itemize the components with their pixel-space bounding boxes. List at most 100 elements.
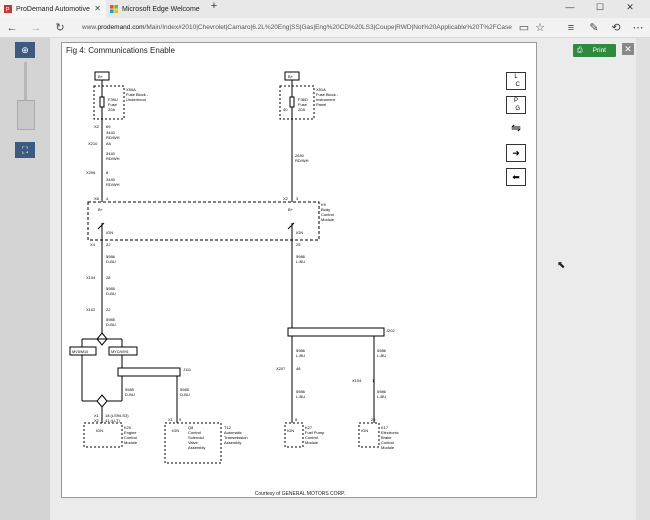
- q8-pin: 9: [179, 417, 182, 422]
- fuse-left-amps: 20A: [108, 107, 115, 112]
- conn-x104: X104: [86, 275, 96, 280]
- reading-view-icon[interactable]: ▭: [516, 21, 532, 35]
- maximize-icon[interactable]: ☐: [590, 2, 610, 13]
- wire-color: D-BU: [180, 392, 190, 397]
- hub-icon[interactable]: ≡: [563, 21, 579, 35]
- tab-label: ProDemand Automotive: [16, 5, 90, 13]
- pin-8: 8: [106, 170, 109, 175]
- pin-22b: 22: [106, 307, 111, 312]
- wiring-figure: Fig 4: Communications Enable L C P G ⇋ ➜…: [61, 42, 537, 498]
- conn-x207: X207: [276, 366, 286, 371]
- k17-pin: 25: [371, 417, 376, 422]
- pin-1: 1: [372, 378, 375, 383]
- conn-x104b: X104: [352, 378, 362, 383]
- wiring-diagram: B+ B+ X50A Fuse Block - Underhood F39U F…: [69, 71, 399, 464]
- windows-icon: [110, 5, 118, 13]
- minimize-icon[interactable]: —: [560, 2, 580, 12]
- back-icon[interactable]: ←: [4, 21, 20, 35]
- conn-x210: X210: [88, 141, 98, 146]
- k17-ign: IGN: [361, 428, 368, 433]
- conn-x2-left: X2: [94, 124, 100, 129]
- wire-color: RD/WH: [106, 182, 120, 187]
- wire-color: D-BU: [106, 259, 116, 264]
- favorite-star-icon[interactable]: ☆: [532, 21, 548, 35]
- zoom-slider[interactable]: [17, 100, 35, 130]
- print-label: Print: [592, 47, 606, 54]
- wire-color: L-BU: [296, 259, 305, 264]
- refresh-icon[interactable]: ↻: [52, 21, 68, 35]
- pin-3: 3: [296, 196, 299, 201]
- scrollbar[interactable]: [636, 38, 650, 520]
- new-tab-button[interactable]: +: [204, 0, 224, 12]
- k20-l3: Module: [124, 440, 138, 445]
- k9-ign1: IGN: [106, 230, 113, 235]
- mv5-label: MV5/M10: [72, 350, 88, 354]
- fuse-right-pin: 40: [283, 107, 288, 112]
- url-path: /Main/Index#2010|Chevrolet|Camaro|6.2L%2…: [144, 24, 512, 31]
- wire-color: L-BU: [377, 353, 386, 358]
- pin-22: 22: [106, 242, 111, 247]
- b-plus-label-left: B+: [98, 74, 104, 79]
- wire-color: D-BU: [125, 392, 135, 397]
- fuse-right-desc3: Panel: [316, 102, 326, 107]
- pin-48: 48: [296, 366, 301, 371]
- wire-color: D-BU: [106, 322, 116, 327]
- k27-ign: IGN: [287, 428, 294, 433]
- close-tab-icon[interactable]: ✕: [94, 4, 101, 13]
- conn-x4: X4: [90, 242, 96, 247]
- k27-l3: Module: [305, 440, 319, 445]
- wire-color: L-BU: [296, 394, 305, 399]
- fuse-left-desc2: Underhood: [126, 97, 146, 102]
- j202-label: J202: [386, 328, 395, 333]
- conn-x2-right: X2: [283, 196, 289, 201]
- address-bar[interactable]: www.prodemand.com/Main/Index#2010|Chevro…: [82, 21, 512, 35]
- k9-ign2: IGN: [296, 230, 303, 235]
- k20-pin2: 41 (LLT): [105, 418, 120, 423]
- conn-x102: X102: [86, 307, 96, 312]
- more-icon[interactable]: ⋯: [630, 21, 646, 35]
- fuse-right-amps: 20A: [298, 107, 305, 112]
- tab-edge-welcome[interactable]: Microsoft Edge Welcome: [106, 0, 202, 18]
- wire-color: RD/WH: [295, 158, 309, 163]
- q8-l4: Assembly: [188, 445, 205, 450]
- prodemand-icon: P: [4, 5, 12, 13]
- close-figure-button[interactable]: ✕: [622, 43, 634, 55]
- svg-text:P: P: [6, 8, 10, 14]
- k20-conn2: X2: [94, 418, 100, 423]
- k9-bplus2: B+: [288, 207, 294, 212]
- nav-bar: ← → ↻ www.prodemand.com/Main/Index#2010|…: [0, 18, 650, 38]
- b-plus-label-right: B+: [288, 74, 294, 79]
- web-note-icon[interactable]: ✎: [586, 21, 602, 35]
- myc-label: MYC/MY6: [111, 350, 128, 354]
- wire-color: RD/WH: [106, 135, 120, 140]
- wire-color: L-BU: [377, 394, 386, 399]
- k9-line3: Module: [321, 217, 335, 222]
- forward-icon[interactable]: →: [28, 21, 44, 35]
- courtesy-text: Courtesy of GENERAL MOTORS CORP.: [254, 491, 346, 497]
- pin-28: 28: [106, 275, 111, 280]
- q8-ign: IGN: [172, 428, 179, 433]
- q8-conn: X1: [168, 417, 174, 422]
- close-window-icon[interactable]: ✕: [620, 2, 640, 13]
- url-prefix: www.: [82, 24, 98, 31]
- share-icon[interactable]: ⟲: [608, 21, 624, 35]
- mouse-cursor-icon: ⬉: [557, 260, 566, 271]
- conn-x206: X206: [86, 170, 96, 175]
- pin-25: 25: [296, 242, 301, 247]
- page-content: ⊕ ⛶ ⎙ Print ✕ Fig 4: Communications Enab…: [0, 38, 650, 520]
- tab-prodemand[interactable]: P ProDemand Automotive ✕: [0, 0, 106, 18]
- t12-l3: Assembly: [224, 440, 241, 445]
- fuse-block-right: [279, 85, 315, 120]
- k20-ign: IGN: [96, 428, 103, 433]
- conn-x8: X8: [94, 196, 100, 201]
- zoom-in-icon[interactable]: ⊕: [15, 42, 35, 58]
- print-button[interactable]: ⎙ Print: [573, 44, 616, 57]
- zoom-panel: ⊕ ⛶: [0, 38, 50, 520]
- printer-icon: ⎙: [577, 47, 583, 54]
- k9-bplus1: B+: [98, 207, 104, 212]
- fit-page-icon[interactable]: ⛶: [15, 142, 35, 158]
- k17-l4: Module: [381, 445, 395, 450]
- k9-module-box: [87, 201, 320, 241]
- pin-a5: A5: [106, 141, 112, 146]
- url-domain: prodemand.com: [97, 24, 145, 31]
